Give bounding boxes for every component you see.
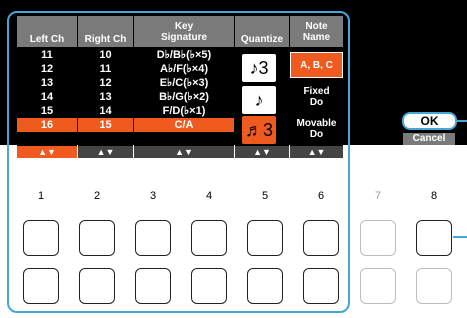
- ok-button[interactable]: OK: [402, 112, 457, 130]
- panel-button-1-lower[interactable]: [23, 268, 59, 304]
- panel-button-7-lower[interactable]: [360, 268, 396, 304]
- callout-frame: [7, 11, 350, 313]
- panel-button-5-upper[interactable]: [247, 220, 283, 256]
- panel-button-3-lower[interactable]: [135, 268, 171, 304]
- panel-button-4-lower[interactable]: [191, 268, 227, 304]
- panel-number-7: 7: [374, 190, 382, 202]
- panel-button-4-upper[interactable]: [191, 220, 227, 256]
- panel-button-8-lower[interactable]: [416, 268, 452, 304]
- panel-number-8: 8: [430, 190, 438, 202]
- ok-callout-line: [457, 120, 467, 122]
- panel-number-5: 5: [261, 190, 269, 202]
- cancel-button[interactable]: Cancel: [403, 133, 455, 145]
- panel-button-3-upper[interactable]: [135, 220, 171, 256]
- panel-button-1-upper[interactable]: [23, 220, 59, 256]
- panel-button-5-lower[interactable]: [247, 268, 283, 304]
- panel-button-2-upper[interactable]: [79, 220, 115, 256]
- panel-button-7-upper[interactable]: [360, 220, 396, 256]
- button-callout-line: [453, 236, 467, 238]
- panel-number-4: 4: [205, 190, 213, 202]
- panel-button-2-lower[interactable]: [79, 268, 115, 304]
- panel-button-6-lower[interactable]: [303, 268, 339, 304]
- panel-number-3: 3: [149, 190, 157, 202]
- panel-number-6: 6: [317, 190, 325, 202]
- panel-button-6-upper[interactable]: [303, 220, 339, 256]
- panel-button-8-upper[interactable]: [416, 220, 452, 256]
- panel-number-2: 2: [93, 190, 101, 202]
- panel-number-1: 1: [37, 190, 45, 202]
